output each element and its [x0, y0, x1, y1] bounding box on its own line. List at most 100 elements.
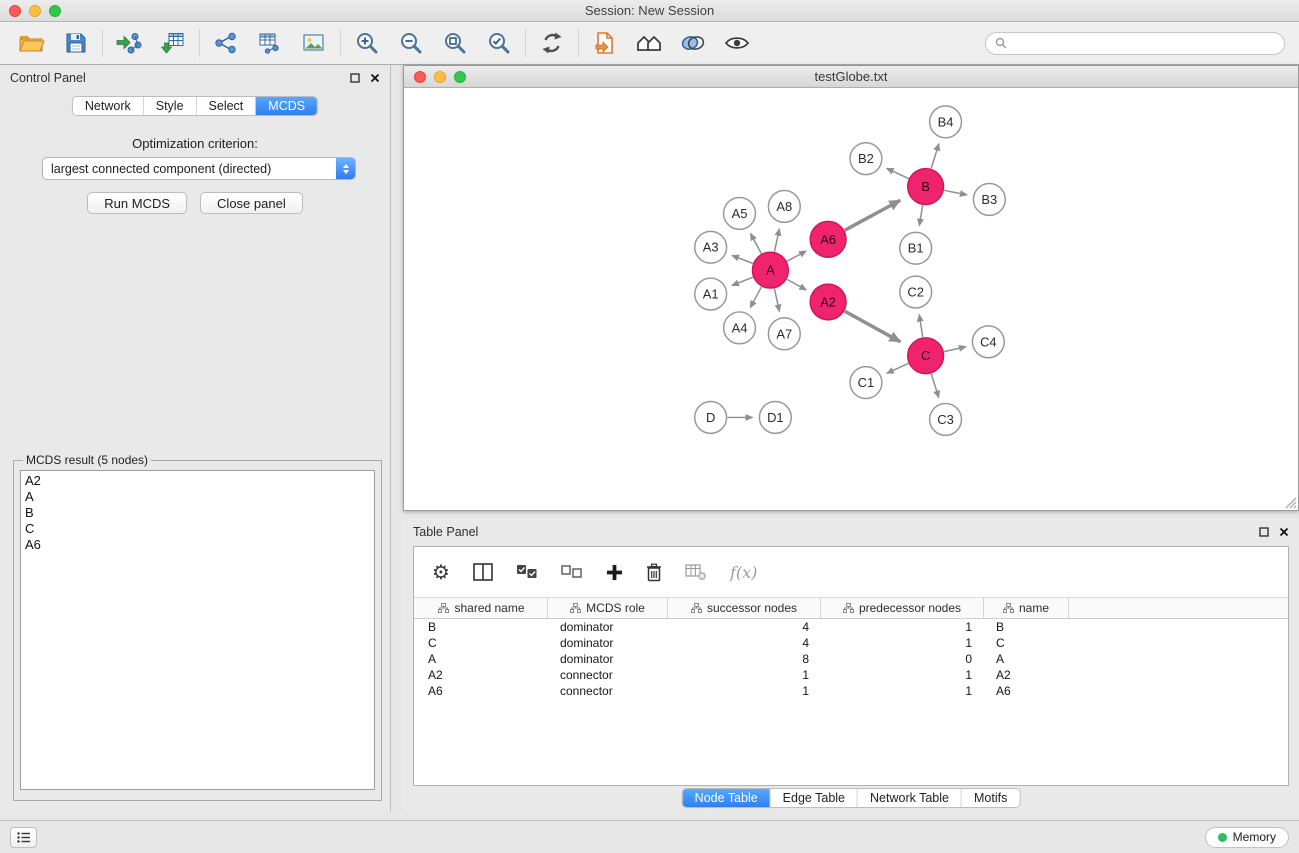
table-row[interactable]: A dominator 8 0 A: [414, 651, 1288, 667]
graph-edge-B-B3[interactable]: [944, 190, 967, 195]
zoom-network-window-button[interactable]: [454, 71, 466, 83]
memory-button[interactable]: Memory: [1205, 827, 1289, 848]
float-table-panel-button[interactable]: [1259, 527, 1269, 537]
delete-table-button[interactable]: [685, 563, 707, 581]
zoom-out-button[interactable]: [389, 25, 433, 61]
resize-grip-icon[interactable]: [1285, 497, 1297, 509]
document-button[interactable]: [583, 25, 627, 61]
delete-column-button[interactable]: [646, 563, 662, 582]
graph-edge-A-A4[interactable]: [750, 287, 761, 308]
tab-motifs[interactable]: Motifs: [962, 789, 1019, 807]
graph-edge-C-C3[interactable]: [931, 374, 938, 398]
search-field[interactable]: [985, 32, 1285, 55]
run-mcds-button[interactable]: Run MCDS: [87, 192, 187, 214]
list-item[interactable]: A: [25, 489, 370, 505]
list-item[interactable]: C: [25, 521, 370, 537]
zoom-window-button[interactable]: [49, 5, 61, 17]
zoom-fit-button[interactable]: [433, 25, 477, 61]
graph-edge-A2-C[interactable]: [845, 311, 901, 342]
show-panels-button[interactable]: [10, 827, 37, 848]
tab-mcds[interactable]: MCDS: [256, 97, 317, 115]
graph-edge-A6-B[interactable]: [845, 200, 901, 230]
graph-edge-A-A6[interactable]: [787, 251, 806, 261]
close-icon: [1279, 527, 1289, 537]
tab-network-table[interactable]: Network Table: [858, 789, 962, 807]
search-input[interactable]: [1012, 36, 1275, 50]
column-header-successor-nodes[interactable]: successor nodes: [668, 598, 821, 618]
graph-edge-B-B2[interactable]: [887, 168, 909, 178]
graphics-details-button[interactable]: [671, 25, 715, 61]
function-builder-button[interactable]: f(x): [730, 563, 757, 582]
column-header-mcds-role[interactable]: MCDS role: [548, 598, 668, 618]
close-panel-button[interactable]: Close panel: [200, 192, 303, 214]
plus-icon: [606, 564, 623, 581]
network-canvas[interactable]: B4B2BB3A5A8A6B1A3AA1C2A2A4A7C4C1CC3DD1: [404, 89, 1298, 510]
graph-edge-C-C1[interactable]: [887, 363, 909, 373]
graph-node-label-C: C: [921, 348, 930, 363]
list-item[interactable]: B: [25, 505, 370, 521]
network-graph[interactable]: B4B2BB3A5A8A6B1A3AA1C2A2A4A7C4C1CC3DD1: [404, 89, 1298, 510]
table-settings-button[interactable]: ⚙: [432, 562, 450, 582]
zoom-selected-button[interactable]: [477, 25, 521, 61]
tab-edge-table[interactable]: Edge Table: [771, 789, 858, 807]
zoom-in-button[interactable]: [345, 25, 389, 61]
select-all-button[interactable]: [516, 564, 538, 580]
graph-edge-A-A1[interactable]: [732, 277, 753, 285]
close-window-button[interactable]: [9, 5, 21, 17]
close-control-panel-button[interactable]: [370, 73, 380, 83]
graph-edge-A-A3[interactable]: [732, 255, 753, 263]
export-image-button[interactable]: [292, 25, 336, 61]
open-session-button[interactable]: [10, 25, 54, 61]
toolbar-separator: [525, 29, 526, 57]
list-item[interactable]: A2: [25, 473, 370, 489]
list-item[interactable]: A6: [25, 537, 370, 553]
graph-node-label-B2: B2: [858, 151, 874, 166]
graph-node-label-D: D: [706, 410, 715, 425]
column-label: successor nodes: [707, 601, 797, 615]
show-columns-button[interactable]: [473, 563, 493, 581]
minimize-network-window-button[interactable]: [434, 71, 446, 83]
close-network-window-button[interactable]: [414, 71, 426, 83]
graph-edge-B-B4[interactable]: [931, 144, 939, 169]
tab-node-table[interactable]: Node Table: [683, 789, 771, 807]
column-header-name[interactable]: name: [984, 598, 1069, 618]
import-table-button[interactable]: [151, 25, 195, 61]
network-table-button[interactable]: [248, 25, 292, 61]
minimize-window-button[interactable]: [29, 5, 41, 17]
home-button[interactable]: [627, 25, 671, 61]
tab-select[interactable]: Select: [197, 97, 257, 115]
tab-style[interactable]: Style: [144, 97, 197, 115]
select-all-icon: [516, 564, 538, 580]
network-window-titlebar[interactable]: testGlobe.txt: [404, 66, 1298, 88]
optimization-criterion-select[interactable]: largest connected component (directed): [42, 157, 356, 180]
graph-edge-B-B1[interactable]: [919, 205, 922, 225]
table-panel-tabs: Node Table Edge Table Network Table Moti…: [682, 788, 1021, 808]
graph-node-label-B4: B4: [938, 114, 954, 129]
tab-network[interactable]: Network: [73, 97, 144, 115]
table-row[interactable]: C dominator 4 1 C: [414, 635, 1288, 651]
graph-node-label-A5: A5: [732, 206, 748, 221]
import-network-button[interactable]: [107, 25, 151, 61]
cell-shared-name: A2: [416, 667, 548, 683]
graph-edge-A-A8[interactable]: [774, 229, 779, 252]
show-hide-button[interactable]: [715, 25, 759, 61]
network-button[interactable]: [204, 25, 248, 61]
graph-edge-A-A5[interactable]: [750, 234, 761, 254]
graph-edge-A-A2[interactable]: [787, 279, 806, 290]
column-header-predecessor-nodes[interactable]: predecessor nodes: [821, 598, 984, 618]
graph-edge-C-C4[interactable]: [944, 347, 966, 352]
graph-edge-A-A7[interactable]: [774, 289, 779, 312]
add-column-button[interactable]: [606, 564, 623, 581]
close-table-panel-button[interactable]: [1279, 527, 1289, 537]
column-header-shared-name[interactable]: shared name: [416, 598, 548, 618]
table-row[interactable]: A6 connector 1 1 A6: [414, 683, 1288, 699]
table-row[interactable]: B dominator 4 1 B: [414, 619, 1288, 635]
table-row[interactable]: A2 connector 1 1 A2: [414, 667, 1288, 683]
graph-edge-C-C2[interactable]: [919, 315, 922, 337]
refresh-button[interactable]: [530, 25, 574, 61]
mcds-result-list[interactable]: A2 A B C A6: [20, 470, 375, 790]
float-panel-button[interactable]: [350, 73, 360, 83]
save-session-button[interactable]: [54, 25, 98, 61]
cell-shared-name: B: [416, 619, 548, 635]
deselect-all-button[interactable]: [561, 564, 583, 580]
